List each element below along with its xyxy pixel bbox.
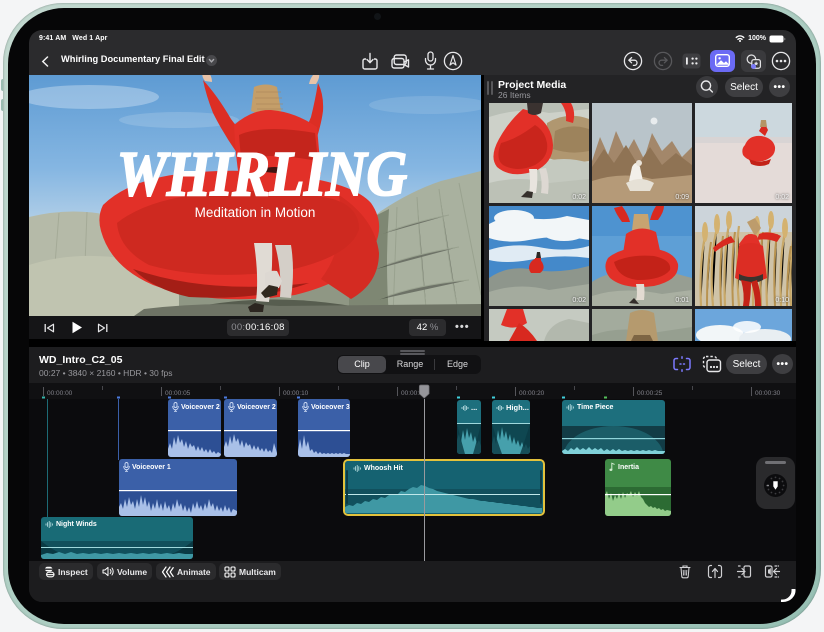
svg-text:00:00:30: 00:00:30 (755, 390, 781, 397)
svg-text:WHIRLING: WHIRLING (117, 138, 407, 209)
svg-text:00:00:00: 00:00:00 (47, 390, 73, 397)
svg-text:Meditation in Motion: Meditation in Motion (195, 205, 316, 220)
svg-text:00:00:25: 00:00:25 (637, 390, 663, 397)
svg-text:00:00:10: 00:00:10 (283, 390, 309, 397)
svg-text:00:00:05: 00:00:05 (165, 390, 191, 397)
svg-text:00:00:20: 00:00:20 (519, 390, 545, 397)
